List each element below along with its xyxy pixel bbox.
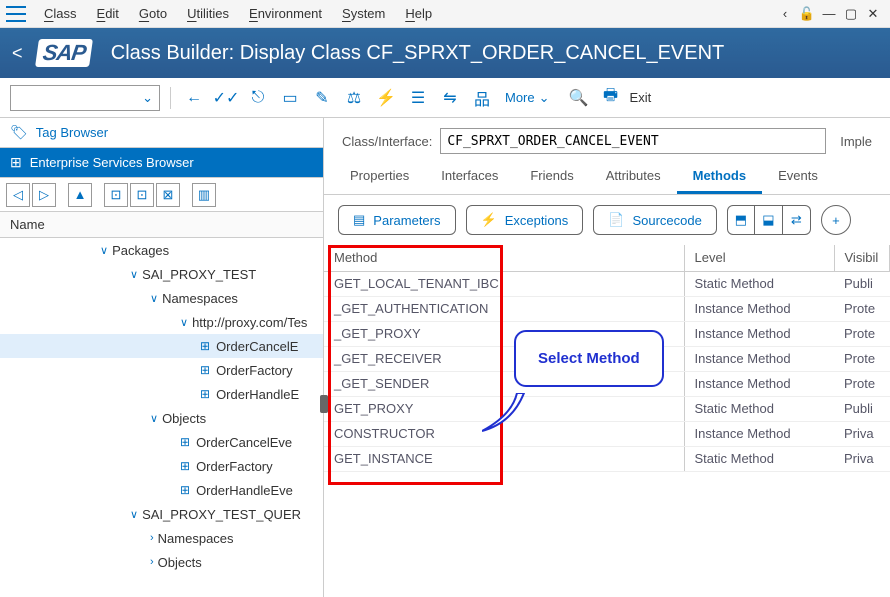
methods-toolbar: ▤Parameters ⚡Exceptions 📄Sourcecode ⬒ ⬓ … [324,195,890,245]
left-pane: 🏷 Tag Browser ⊞ Enterprise Services Brow… [0,118,324,597]
table-row[interactable]: CONSTRUCTORInstance MethodPriva [324,421,890,446]
splitter-handle[interactable] [320,395,328,413]
check-icon[interactable]: ✓✓ [213,85,239,111]
class-interface-label: Class/Interface: [342,134,432,149]
lines-icon[interactable]: ☰ [405,85,431,111]
tree-node[interactable]: ⊞OrderFactory [0,454,323,478]
implemented-label: Imple [834,134,872,149]
tree-node[interactable]: ∨Packages [0,238,323,262]
back-button[interactable]: < [12,43,23,64]
add-icon[interactable]: + [821,205,851,235]
close-icon[interactable]: ✕ [862,3,884,25]
more-menu[interactable]: More ⌄ [501,90,554,106]
hamburger-icon[interactable] [6,6,26,22]
callout: Select Method [514,330,664,387]
parameters-button[interactable]: ▤Parameters [338,205,456,235]
tree-node[interactable]: ⊞OrderCancelE [0,334,323,358]
tab-friends[interactable]: Friends [514,160,589,194]
delete-row-icon[interactable]: ⬓ [755,205,783,235]
next-icon[interactable]: ▷ [32,183,56,207]
tree-node[interactable]: ∨http://proxy.com/Tes [0,310,323,334]
tab-events[interactable]: Events [762,160,834,194]
activate-icon[interactable]: ⎋ [245,85,271,111]
tree-node[interactable]: ⊞OrderFactory [0,358,323,382]
menu-class[interactable]: Class [34,6,87,21]
table-row[interactable]: GET_PROXYStatic MethodPubli [324,396,890,421]
edit-icon[interactable]: ✎ [309,85,335,111]
tool3-icon[interactable]: ⊠ [156,183,180,207]
menu-bar: ClassEditGotoUtilitiesEnvironmentSystemH… [0,0,890,28]
col-level[interactable]: Level [684,245,834,271]
exit-button[interactable]: Exit [630,85,652,111]
command-field[interactable]: ⌄ [10,85,160,111]
tree-node[interactable]: ⊞OrderCancelEve [0,430,323,454]
minimize-icon[interactable]: — [818,3,840,25]
link-icon[interactable]: ⇋ [437,85,463,111]
maximize-icon[interactable]: ▢ [840,3,862,25]
print-icon[interactable]: 🖶 [598,85,624,111]
tree-view[interactable]: ∨Packages∨SAI_PROXY_TEST∨Namespaces∨http… [0,238,323,597]
exceptions-button[interactable]: ⚡Exceptions [466,205,584,235]
tree-header: Name [0,212,323,238]
new-icon[interactable]: ▭ [277,85,303,111]
page-title: Class Builder: Display Class CF_SPRXT_OR… [111,42,725,65]
prev-icon[interactable]: ◁ [6,183,30,207]
tree-node[interactable]: ∨SAI_PROXY_TEST [0,262,323,286]
tab-methods[interactable]: Methods [677,160,762,194]
grid-icon: ⊞ [10,154,22,171]
code-icon: 📄 [608,212,624,228]
chevron-left-icon[interactable]: ‹ [774,3,796,25]
bolt-icon: ⚡ [481,212,497,228]
tool2-icon[interactable]: ⊡ [130,183,154,207]
tree-node[interactable]: ∨Namespaces [0,286,323,310]
tree-node[interactable]: ›Namespaces [0,526,323,550]
tool4-icon[interactable]: ▥ [192,183,216,207]
scale-icon[interactable]: ⚖ [341,85,367,111]
col-method[interactable]: Method [324,245,684,271]
tree-node[interactable]: ∨SAI_PROXY_TEST_QUER [0,502,323,526]
title-bar: < SAP Class Builder: Display Class CF_SP… [0,28,890,78]
table-row[interactable]: _GET_AUTHENTICATIONInstance MethodProte [324,296,890,321]
copy-row-icon[interactable]: ⇄ [783,205,811,235]
insert-row-icon[interactable]: ⬒ [727,205,755,235]
menu-edit[interactable]: Edit [87,6,129,21]
tab-interfaces[interactable]: Interfaces [425,160,514,194]
refresh-icon[interactable]: ▲ [68,183,92,207]
menu-system[interactable]: System [332,6,395,21]
col-visibility[interactable]: Visibil [834,245,890,271]
enterprise-services-tab[interactable]: ⊞ Enterprise Services Browser [0,148,323,178]
toolbar: ⌄ ← ✓✓ ⎋ ▭ ✎ ⚖ ⚡ ☰ ⇋ 品 More ⌄ 🔍 🖶 Exit [0,78,890,118]
search-icon[interactable]: 🔍 [566,85,592,111]
tree-toolbar: ◁ ▷ ▲ ⊡ ⊡ ⊠ ▥ [0,178,323,212]
lock-icon[interactable]: 🔓 [796,3,818,25]
tag-browser-tab[interactable]: 🏷 Tag Browser [0,118,323,148]
sourcecode-button[interactable]: 📄Sourcecode [593,205,717,235]
nav-back-icon[interactable]: ← [181,85,207,111]
tree-node[interactable]: ∨Objects [0,406,323,430]
menu-environment[interactable]: Environment [239,6,332,21]
sap-logo: SAP [35,39,93,67]
list-icon: ▤ [353,212,365,228]
tool1-icon[interactable]: ⊡ [104,183,128,207]
right-pane: Class/Interface: Imple PropertiesInterfa… [324,118,890,597]
tab-properties[interactable]: Properties [334,160,425,194]
tree-node[interactable]: ⊞OrderHandleEve [0,478,323,502]
menu-goto[interactable]: Goto [129,6,177,21]
tab-attributes[interactable]: Attributes [590,160,677,194]
menu-help[interactable]: Help [395,6,442,21]
wand-icon[interactable]: ⚡ [373,85,399,111]
menu-utilities[interactable]: Utilities [177,6,239,21]
tree-node[interactable]: ›Objects [0,550,323,574]
class-interface-input[interactable] [440,128,826,154]
tag-icon: 🏷 [10,124,28,141]
table-row[interactable]: GET_LOCAL_TENANT_IBCStatic MethodPubli [324,271,890,296]
hierarchy-icon[interactable]: 品 [469,85,495,111]
tab-strip: PropertiesInterfacesFriendsAttributesMet… [324,160,890,195]
table-row[interactable]: GET_INSTANCEStatic MethodPriva [324,446,890,471]
tree-node[interactable]: ⊞OrderHandleE [0,382,323,406]
